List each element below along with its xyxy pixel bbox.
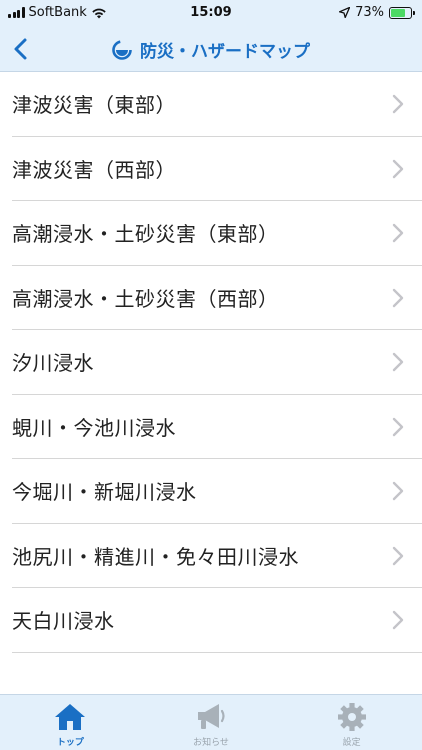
battery-icon <box>389 6 415 19</box>
megaphone-icon <box>198 704 225 729</box>
chevron-right-icon <box>392 223 404 243</box>
battery-percent: 73% <box>355 5 384 20</box>
tab-bar: トップ お知らせ 設定 <box>0 694 422 750</box>
status-bar: SoftBank 15:09 73% <box>0 0 422 26</box>
chevron-right-icon <box>392 94 404 114</box>
tab-settings[interactable]: 設定 <box>281 695 422 750</box>
list-item-label: 今堀川・新堀川浸水 <box>12 480 197 505</box>
list-item[interactable]: 津波災害（東部） <box>12 72 422 137</box>
list-item-label: 天白川浸水 <box>12 609 115 634</box>
gear-icon <box>337 703 366 731</box>
chevron-right-icon <box>392 546 404 565</box>
list-item[interactable]: 池尻川・精進川・免々田川浸水 <box>12 524 422 588</box>
hazard-map-list: 津波災害（東部） 津波災害（西部） 高潮浸水・土砂災害（東部） 高潮浸水・土砂災害（西… <box>0 72 422 653</box>
list-item[interactable]: 天白川浸水 <box>12 588 422 653</box>
status-right: 73% <box>339 5 415 20</box>
tab-label: お知らせ <box>193 738 229 748</box>
tab-label: トップ <box>56 738 84 748</box>
list-item-label: 津波災害（東部） <box>12 93 176 118</box>
tab-label: 設定 <box>342 738 361 748</box>
chevron-right-icon <box>392 288 404 307</box>
app-logo-icon <box>112 39 132 60</box>
list-item-label: 池尻川・精進川・免々田川浸水 <box>12 544 299 569</box>
tab-top[interactable]: トップ <box>0 695 141 750</box>
chevron-right-icon <box>392 417 404 436</box>
list-item-label: 津波災害（西部） <box>12 157 176 182</box>
chevron-right-icon <box>392 481 404 501</box>
list-item[interactable]: 蜆川・今池川浸水 <box>12 395 422 459</box>
list-item-label: 高潮浸水・土砂災害（西部） <box>12 286 279 311</box>
list-item[interactable]: 津波災害（西部） <box>12 137 422 201</box>
list-item[interactable]: 今堀川・新堀川浸水 <box>12 459 422 524</box>
nav-title-wrap: 防災・ハザードマップ <box>0 37 422 62</box>
list-item-label: 蜆川・今池川浸水 <box>12 415 176 440</box>
list-item-label: 汐川浸水 <box>12 351 94 376</box>
tab-news[interactable]: お知らせ <box>141 695 282 750</box>
home-icon <box>55 704 86 730</box>
battery-fill <box>391 8 405 17</box>
list-item[interactable]: 高潮浸水・土砂災害（西部） <box>12 266 422 330</box>
nav-bar: 防災・ハザードマップ <box>0 26 422 72</box>
list-item[interactable]: 汐川浸水 <box>12 330 422 395</box>
list-item[interactable]: 高潮浸水・土砂災害（東部） <box>12 201 422 266</box>
page-title: 防災・ハザードマップ <box>140 42 310 62</box>
chevron-right-icon <box>392 352 404 372</box>
location-arrow-icon <box>339 7 351 18</box>
chevron-right-icon <box>392 159 404 178</box>
list-item-label: 高潮浸水・土砂災害（東部） <box>12 222 279 247</box>
chevron-right-icon <box>392 610 404 630</box>
